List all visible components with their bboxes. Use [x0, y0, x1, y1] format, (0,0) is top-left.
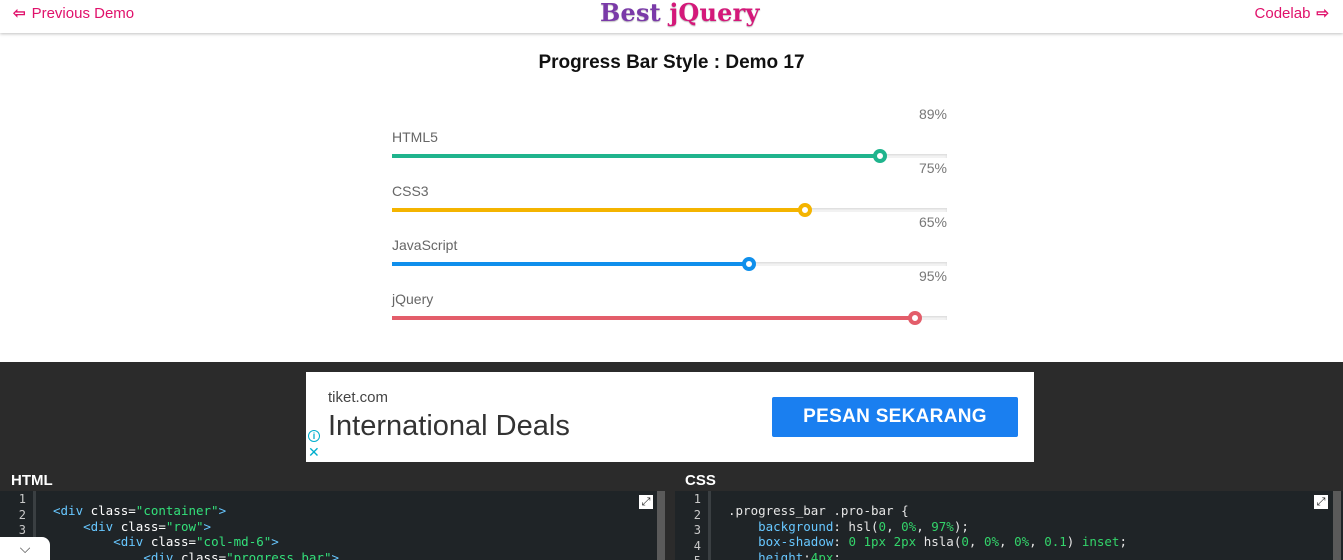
code-line: <div class="progress_bar"> [143, 549, 339, 560]
progress-label: CSS3 [392, 183, 429, 199]
pesan-sekarang-button[interactable]: PESAN SEKARANG [772, 397, 1018, 437]
code-line: <div class="col-md-6"> [113, 534, 279, 549]
progress-fill [392, 154, 881, 158]
code-section: tiket.com International Deals PESAN SEKA… [0, 362, 1343, 560]
ad-domain: tiket.com [328, 389, 389, 406]
site-logo[interactable]: Best jQuery [600, 0, 760, 27]
html-code-editor[interactable]: 1234 <div class="container"> <div class=… [0, 491, 665, 560]
css-code-editor[interactable]: 12345 .progress_bar .pro-bar { backgroun… [675, 491, 1343, 560]
progress-bars: 89% HTML5 75% CSS3 65% JavaScript 95% jQuery [392, 106, 947, 325]
previous-demo-label: Previous Demo [31, 4, 135, 22]
top-nav-bar: ⇦ Previous Demo Best jQuery Codelab ⇨ [0, 0, 1343, 33]
code-line: .progress_bar .pro-bar { [728, 503, 909, 518]
line-number: 1 [18, 492, 26, 506]
css-expand-icon[interactable]: ⤢ [1314, 495, 1328, 509]
ad-info-icon[interactable]: i [308, 430, 320, 442]
progress-bar-item: 65% JavaScript [392, 214, 947, 271]
html-expand-icon[interactable]: ⤢ [639, 495, 653, 509]
line-number: 4 [693, 538, 701, 553]
progress-percent: 95% [918, 268, 947, 284]
html-code-lines: <div class="container"> <div class="row"… [53, 503, 339, 560]
progress-percent: 89% [918, 106, 947, 122]
progress-bar-item: 75% CSS3 [392, 160, 947, 217]
code-line: height:4px; [758, 549, 841, 560]
chevron-down-icon: ⌵ [19, 540, 31, 556]
html-scrollbar[interactable] [657, 491, 665, 560]
css-line-numbers: 12345 [675, 491, 711, 560]
progress-track [392, 149, 947, 163]
code-line: <div class="container"> [53, 503, 227, 518]
progress-track [392, 257, 947, 271]
arrow-left-icon: ⇦ [13, 5, 26, 22]
progress-label: JavaScript [392, 237, 458, 253]
progress-fill [392, 262, 750, 266]
demo-title: Progress Bar Style : Demo 17 [538, 52, 805, 73]
code-line: background: hsl(0, 0%, 97%); [758, 518, 969, 534]
previous-demo-link[interactable]: ⇦ Previous Demo [13, 4, 135, 23]
codelab-label: Codelab [1254, 4, 1311, 22]
progress-label: jQuery [392, 291, 434, 307]
progress-percent: 75% [918, 160, 947, 176]
arrow-right-icon: ⇨ [1316, 5, 1329, 22]
demo-area: Progress Bar Style : Demo 17 89% HTML5 75%… [0, 33, 1343, 362]
progress-bar-item: 95% jQuery [392, 268, 947, 325]
progress-track [392, 203, 947, 217]
progress-fill [392, 316, 915, 320]
css-scrollbar[interactable] [1333, 491, 1341, 560]
code-line: <div class="row"> [83, 518, 212, 534]
line-number: 1 [693, 492, 701, 506]
collapse-toggle[interactable]: ⌵ [0, 537, 50, 560]
line-number: 2 [693, 507, 701, 522]
ad-close-icon[interactable]: ✕ [308, 445, 320, 459]
progress-label: HTML5 [392, 129, 438, 145]
html-panel-title: HTML [11, 472, 53, 489]
ad-headline: International Deals [328, 410, 570, 442]
progress-percent: 65% [918, 214, 947, 230]
progress-track [392, 311, 947, 325]
code-line: box-shadow: 0 1px 2px hsla(0, 0%, 0%, 0.… [758, 534, 1127, 549]
codelab-link[interactable]: Codelab ⇨ [1254, 4, 1329, 23]
css-panel-title: CSS [685, 472, 716, 489]
progress-fill [392, 208, 805, 212]
progress-knob[interactable] [907, 311, 922, 325]
line-number: 5 [675, 554, 708, 560]
css-code-lines: .progress_bar .pro-bar { background: hsl… [728, 503, 1127, 560]
progress-bar-item: 89% HTML5 [392, 106, 947, 163]
advertisement-banner[interactable]: tiket.com International Deals PESAN SEKA… [306, 372, 1034, 462]
line-number: 2 [18, 507, 26, 522]
line-number: 3 [693, 523, 701, 537]
